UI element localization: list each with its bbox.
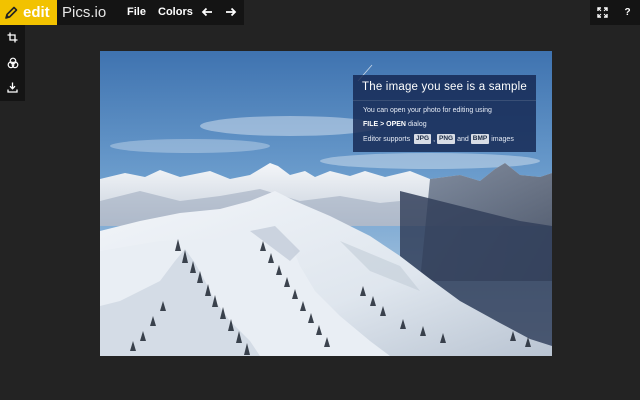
logo-text: edit: [23, 4, 50, 21]
download-button[interactable]: [0, 75, 25, 100]
notice-line-3: Editor supports JPG, PNG and BMP images: [363, 134, 514, 144]
file-open-path: FILE > OPEN: [363, 121, 406, 128]
crop-icon: [7, 32, 18, 43]
left-toolbar: [0, 25, 25, 101]
notice-line-2: FILE > OPEN dialog: [363, 121, 427, 128]
notice-divider: [353, 100, 536, 101]
notice-line-2-text: dialog: [407, 121, 427, 128]
notice-title: The image you see is a sample: [362, 81, 527, 93]
format-badge-jpg: JPG: [414, 134, 432, 144]
pencil-icon: [5, 6, 18, 19]
format-badge-png: PNG: [437, 134, 456, 144]
arrow-right-icon[interactable]: [224, 6, 238, 18]
arrow-left-icon[interactable]: [200, 6, 214, 18]
help-button[interactable]: ?: [615, 0, 640, 25]
format-separator: ,: [433, 135, 436, 143]
color-circles-icon: [7, 57, 18, 68]
top-bar: edit Pics.io File Colors: [0, 0, 244, 25]
notice-and: and: [457, 135, 469, 143]
fullscreen-icon: [597, 7, 608, 18]
notice-line-3-prefix: Editor supports: [363, 135, 411, 143]
notice-line-3-suffix: images: [491, 135, 514, 143]
download-icon: [7, 82, 18, 93]
brand-name: Pics.io: [62, 4, 107, 21]
format-badge-bmp: BMP: [470, 134, 490, 144]
logo-badge: edit: [0, 0, 57, 25]
notice-line-1-text: You can open your photo for editing usin…: [363, 107, 492, 114]
menu-file[interactable]: File: [127, 6, 146, 18]
color-adjust-button[interactable]: [0, 50, 25, 75]
menu-colors[interactable]: Colors: [158, 6, 193, 18]
crop-button[interactable]: [0, 25, 25, 50]
sample-notice: The image you see is a sample You can op…: [353, 75, 536, 152]
notice-line-1: You can open your photo for editing usin…: [363, 107, 492, 114]
help-label: ?: [624, 7, 631, 18]
fullscreen-button[interactable]: [590, 0, 615, 25]
top-right-controls: ?: [590, 0, 640, 25]
